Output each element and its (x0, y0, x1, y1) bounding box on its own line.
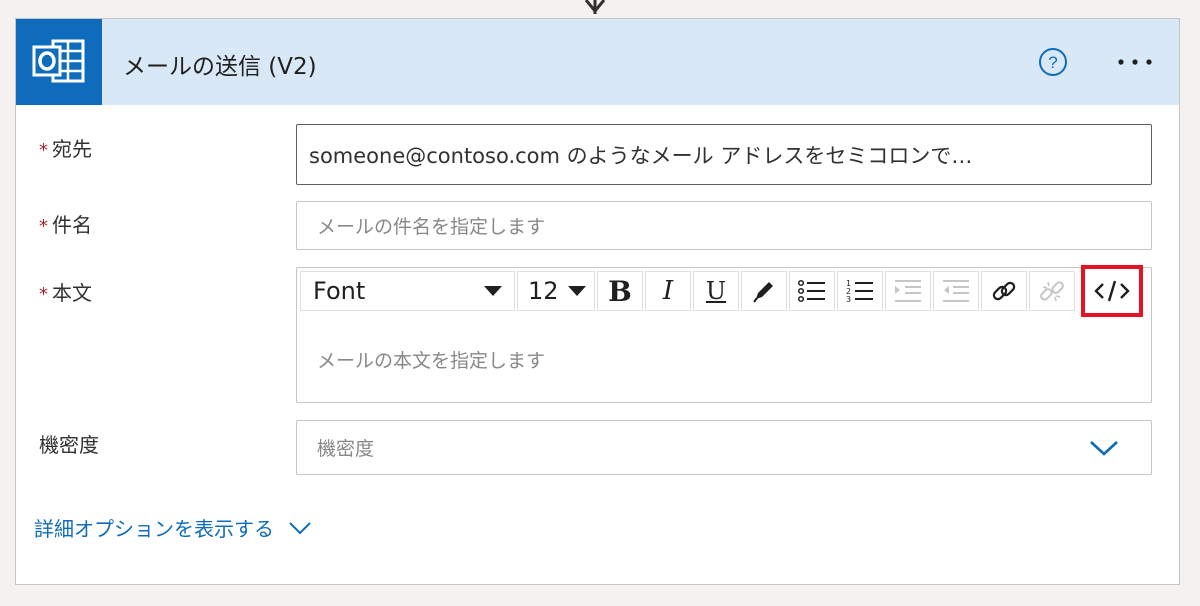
subject-input[interactable]: メールの件名を指定します (296, 201, 1152, 250)
font-value: Font (313, 277, 366, 305)
required-mark: * (39, 284, 48, 305)
required-mark: * (39, 140, 48, 161)
subject-label-text: 件名 (52, 213, 92, 237)
unlink-icon (1040, 281, 1064, 302)
subject-label: * 件名 (39, 209, 92, 238)
pen-icon (753, 282, 773, 303)
card-header[interactable]: メールの送信 (V2) ? (16, 19, 1179, 105)
svg-text:3: 3 (846, 295, 851, 304)
rich-text-toolbar: Font 12 B I U 1 2 3 (300, 265, 1143, 317)
increase-indent-icon (895, 280, 921, 302)
chevron-down-icon (289, 521, 311, 534)
font-color-button[interactable] (741, 271, 787, 311)
font-dropdown[interactable]: Font (300, 271, 515, 311)
to-label: * 宛先 (39, 133, 92, 162)
caret-down-icon (568, 286, 586, 296)
subject-placeholder: メールの件名を指定します (317, 216, 546, 238)
underline-button[interactable]: U (693, 271, 739, 311)
body-editor[interactable]: Font 12 B I U 1 2 3 メールの本文を指定します (296, 265, 1152, 403)
decrease-indent-button[interactable] (933, 271, 979, 311)
to-label-text: 宛先 (52, 137, 92, 161)
code-view-icon (1094, 280, 1130, 302)
outlook-icon (16, 19, 102, 105)
to-input[interactable]: someone@contoso.com のようなメール アドレスをセミコロンで… (296, 124, 1152, 185)
card-title[interactable]: メールの送信 (V2) (123, 47, 317, 81)
send-email-action-card: メールの送信 (V2) ? * 宛先 someone@contoso.com のよ… (15, 18, 1180, 585)
italic-button[interactable]: I (645, 271, 691, 311)
body-label: * 本文 (39, 277, 92, 306)
bullet-list-icon (797, 279, 825, 303)
help-icon[interactable]: ? (1037, 46, 1069, 78)
bullet-list-button[interactable] (789, 271, 835, 311)
more-options-icon[interactable] (1113, 49, 1157, 75)
body-label-text: 本文 (52, 281, 92, 305)
chevron-down-icon[interactable] (1089, 438, 1119, 458)
insert-link-button[interactable] (981, 271, 1027, 311)
connector-arrow-icon (584, 0, 606, 14)
code-view-button[interactable] (1081, 265, 1143, 317)
font-size-dropdown[interactable]: 12 (517, 271, 595, 311)
body-placeholder: メールの本文を指定します (317, 350, 546, 372)
increase-indent-button[interactable] (885, 271, 931, 311)
numbered-list-button[interactable]: 1 2 3 (837, 271, 883, 311)
required-mark: * (39, 216, 48, 237)
link-icon (992, 281, 1016, 301)
sensitivity-dropdown[interactable]: 機密度 (296, 420, 1152, 475)
remove-link-button[interactable] (1029, 271, 1075, 311)
svg-text:?: ? (1048, 53, 1057, 72)
font-size-value: 12 (528, 277, 559, 305)
sensitivity-label: 機密度 (39, 433, 99, 457)
decrease-indent-icon (943, 280, 969, 302)
bold-button[interactable]: B (597, 271, 643, 311)
caret-down-icon (484, 286, 502, 296)
numbered-list-icon: 1 2 3 (846, 279, 873, 304)
advanced-options-text: 詳細オプションを表示する (34, 517, 274, 541)
show-advanced-options-link[interactable]: 詳細オプションを表示する (34, 513, 312, 542)
to-input-value: someone@contoso.com のようなメール アドレスをセミコロンで… (309, 143, 973, 168)
sensitivity-placeholder: 機密度 (317, 438, 375, 460)
